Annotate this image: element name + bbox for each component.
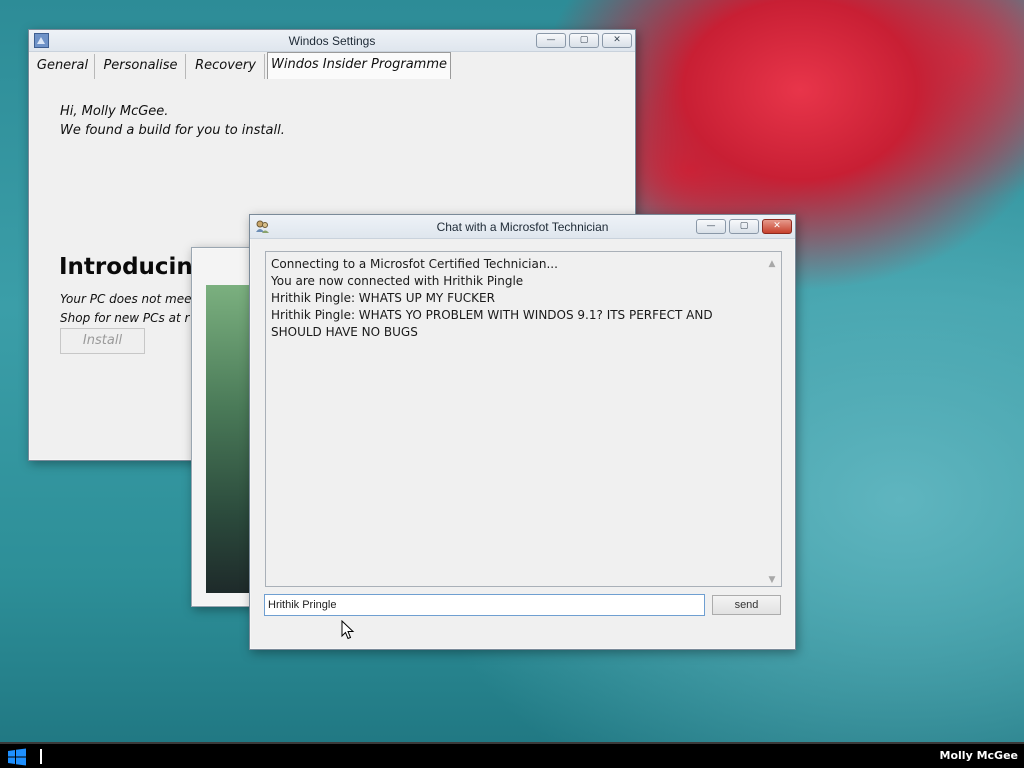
- chat-message-input[interactable]: [264, 594, 705, 616]
- greeting-text: Hi, Molly McGee.: [60, 104, 169, 119]
- build-message: We found a build for you to install.: [60, 123, 285, 138]
- close-button[interactable]: ✕: [762, 219, 792, 234]
- tab-general[interactable]: General: [31, 54, 95, 79]
- mouse-cursor-icon: [341, 620, 355, 640]
- tab-personalise[interactable]: Personalise: [96, 54, 186, 79]
- chat-message: Hrithik Pingle: WHATS YO PROBLEM WITH WI…: [271, 308, 713, 339]
- close-button[interactable]: ✕: [602, 33, 632, 48]
- pc-requirement-notice: Your PC does not mee: [60, 292, 192, 306]
- send-button[interactable]: send: [712, 595, 781, 615]
- taskbar-search-caret[interactable]: [40, 749, 42, 764]
- tab-recovery[interactable]: Recovery: [187, 54, 265, 79]
- shop-notice: Shop for new PCs at r: [60, 311, 190, 325]
- chat-titlebar[interactable]: Chat with a Microsfot Technician — ▢ ✕: [250, 215, 795, 239]
- chat-message: Hrithik Pingle: WHATS UP MY FUCKER: [271, 291, 495, 305]
- chat-log[interactable]: Connecting to a Microsfot Certified Tech…: [265, 251, 782, 587]
- windows-logo-icon[interactable]: [6, 748, 28, 766]
- chat-window[interactable]: Chat with a Microsfot Technician — ▢ ✕ C…: [249, 214, 796, 650]
- chat-message: You are now connected with Hrithik Pingl…: [271, 274, 524, 288]
- minimize-button[interactable]: —: [536, 33, 566, 48]
- scroll-up-arrow-icon[interactable]: ▲: [767, 256, 777, 269]
- install-button[interactable]: Install: [60, 328, 145, 354]
- maximize-button[interactable]: ▢: [729, 219, 759, 234]
- settings-tabs: General Personalise Recovery Windos Insi…: [31, 52, 635, 79]
- chat-message: Connecting to a Microsfot Certified Tech…: [271, 257, 558, 271]
- maximize-button[interactable]: ▢: [569, 33, 599, 48]
- introducing-heading: Introducing: [59, 254, 210, 280]
- tab-windos-insider-programme[interactable]: Windos Insider Programme: [267, 52, 451, 79]
- minimize-button[interactable]: —: [696, 219, 726, 234]
- taskbar-user-name[interactable]: Molly McGee: [940, 749, 1018, 762]
- taskbar: Molly McGee: [0, 742, 1024, 768]
- scroll-down-arrow-icon[interactable]: ▼: [767, 572, 777, 585]
- settings-titlebar[interactable]: Windos Settings — ▢ ✕: [29, 30, 635, 52]
